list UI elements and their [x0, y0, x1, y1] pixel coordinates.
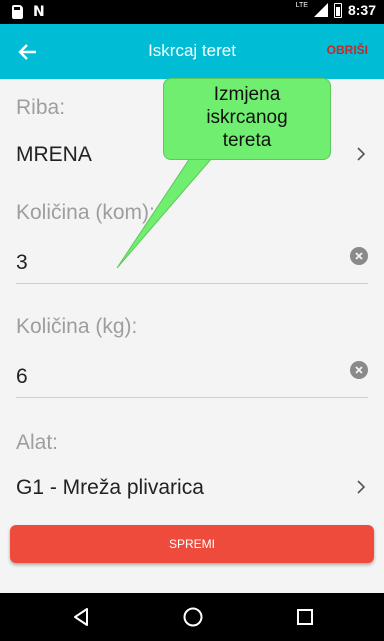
system-icons: LTE 8:37: [296, 2, 376, 18]
close-icon: [355, 366, 363, 374]
app-bar: Iskrcaj teret OBRIŠI: [0, 24, 384, 79]
fish-label: Riba:: [16, 96, 66, 119]
quantity-kg-value: 6: [16, 365, 28, 388]
delete-button[interactable]: OBRIŠI: [327, 43, 368, 57]
quantity-kg-label: Količina (kg):: [16, 315, 138, 338]
clear-icon[interactable]: [350, 361, 368, 379]
clock: 8:37: [347, 2, 376, 18]
navigation-bar: [0, 593, 384, 641]
fish-value: MRENA: [16, 143, 92, 166]
save-button[interactable]: SPREMI: [10, 525, 374, 563]
tool-selector[interactable]: G1 - Mreža plivarica: [0, 468, 384, 506]
quantity-pcs-underline: [16, 283, 368, 284]
tool-label: Alat:: [16, 431, 59, 454]
tool-value: G1 - Mreža plivarica: [16, 476, 204, 499]
square-recents-icon: [297, 609, 313, 625]
nav-home-button[interactable]: [181, 605, 205, 629]
nav-recents-button[interactable]: [293, 605, 317, 629]
chevron-right-icon: [357, 147, 366, 161]
nav-back-button[interactable]: [69, 605, 93, 629]
tooltip-callout: Izmjena iskrcanog tereta: [163, 78, 331, 160]
notification-icons: N: [12, 4, 45, 20]
quantity-kg-underline: [16, 397, 368, 398]
quantity-kg-input[interactable]: 6: [0, 357, 384, 397]
status-bar: N LTE 8:37: [0, 0, 384, 24]
quantity-pcs-label: Količina (kom):: [16, 201, 155, 224]
triangle-back-icon: [74, 608, 88, 626]
chevron-right-icon: [357, 480, 366, 494]
network-type: LTE: [295, 2, 308, 9]
tooltip-line: Izmjena: [213, 84, 281, 105]
quantity-pcs-value: 3: [16, 251, 28, 274]
close-icon: [355, 252, 363, 260]
signal-icon: [313, 3, 328, 17]
n-icon: N: [33, 4, 45, 20]
tooltip-line: iskrcanog: [206, 107, 288, 128]
clear-icon[interactable]: [350, 247, 368, 265]
quantity-pcs-input[interactable]: 3: [0, 243, 384, 283]
circle-home-icon: [183, 607, 203, 627]
sd-card-icon: [12, 5, 23, 19]
battery-icon: [333, 2, 342, 18]
tooltip-line: tereta: [222, 130, 272, 151]
